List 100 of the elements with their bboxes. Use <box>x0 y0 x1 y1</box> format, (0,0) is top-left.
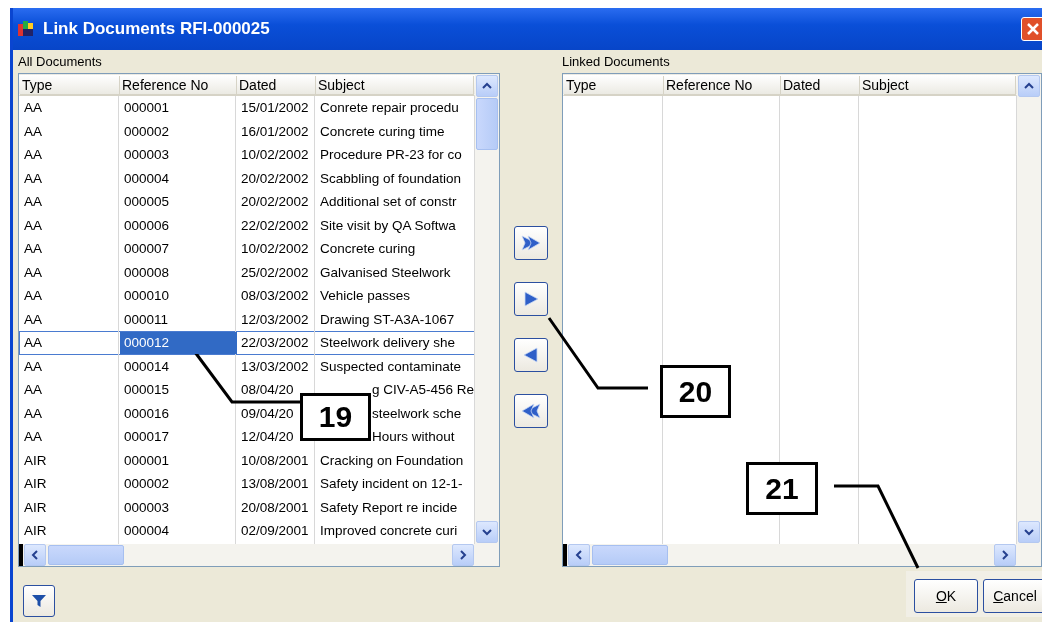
table-cell-text: 000011 <box>123 310 170 329</box>
scroll-thumb[interactable] <box>48 545 124 565</box>
table-cell-text: 000016 <box>123 404 171 423</box>
table-cell-text: 13/03/2002 <box>240 357 310 376</box>
scroll-thumb[interactable] <box>592 545 668 565</box>
table-cell-text: 12/03/2002 <box>240 310 310 329</box>
chevron-down-icon <box>481 526 493 538</box>
add-all-button[interactable] <box>514 226 548 260</box>
table-cell-text: Concrete curing <box>319 240 417 258</box>
table-cell-text: AA <box>23 122 43 141</box>
ok-button[interactable]: OK <box>914 579 978 613</box>
table-cell-text: 000014 <box>123 357 171 376</box>
scroll-up-button[interactable] <box>1018 75 1040 97</box>
table-cell: steelwork sche <box>372 405 462 421</box>
scroll-right-button[interactable] <box>452 544 474 566</box>
table-cell-text: 000002 <box>123 122 171 141</box>
double-right-arrow-icon <box>520 233 542 253</box>
table-cell-text: 15/01/2002 <box>240 99 310 117</box>
double-left-arrow-icon <box>520 401 542 421</box>
table-cell-text: AA <box>23 263 43 282</box>
table-cell-text: Vehicle passes <box>319 287 412 305</box>
chevron-down-icon <box>1023 526 1035 538</box>
table-cell-text: AIR <box>23 522 48 540</box>
scroll-up-button[interactable] <box>476 75 498 97</box>
table-cell-text: 13/08/2001 <box>240 475 310 493</box>
cancel-button[interactable]: Cancel <box>983 579 1042 613</box>
table-cell-text: Conrete repair procedu <box>319 99 460 117</box>
table-cell-text: Cracking on Foundation <box>319 451 465 470</box>
scroll-thumb[interactable] <box>476 98 498 150</box>
table-cell-text: 000004 <box>123 522 171 540</box>
column-header[interactable]: Dated <box>237 75 316 94</box>
close-button[interactable] <box>1021 17 1042 41</box>
all-documents-label: All Documents <box>18 54 103 70</box>
table-cell: 000012 <box>120 332 237 354</box>
table-cell-text: 10/02/2002 <box>240 146 310 164</box>
column-header[interactable]: Subject <box>860 75 1016 94</box>
filter-icon <box>30 592 48 610</box>
table-cell-text: Concrete curing time <box>319 122 446 141</box>
table-cell-text: AA <box>23 216 43 235</box>
scroll-down-button[interactable] <box>476 521 498 543</box>
callout-number: 20 <box>660 365 731 418</box>
filter-button[interactable] <box>23 585 55 617</box>
chevron-left-icon <box>573 549 585 561</box>
table-cell-text: 16/01/2002 <box>240 122 310 141</box>
linked-documents-label: Linked Documents <box>562 54 671 70</box>
scroll-right-button[interactable] <box>994 544 1016 566</box>
table-cell-text: 20/02/2002 <box>240 193 310 211</box>
scroll-down-button[interactable] <box>1018 521 1040 543</box>
table-cell-text: 08/03/2002 <box>240 287 310 305</box>
column-header[interactable]: Subject <box>316 75 474 94</box>
table-cell-text: AA <box>23 310 43 329</box>
table-cell-text: 22/03/2002 <box>240 334 310 352</box>
table-cell-text: AA <box>23 146 43 164</box>
column-header[interactable]: Type <box>564 75 664 94</box>
table-cell-text: AA <box>23 428 43 446</box>
remove-all-button[interactable] <box>514 394 548 428</box>
table-cell-text: AA <box>23 357 43 376</box>
table-cell-text: AIR <box>23 451 48 470</box>
table-cell: g CIV-A5-456 Re <box>372 382 474 397</box>
table-cell-text: 000001 <box>123 451 171 470</box>
table-cell-text: 000003 <box>123 498 171 517</box>
scroll-left-button[interactable] <box>568 544 590 566</box>
table-cell-text: 09/04/20 <box>240 404 295 423</box>
table-cell-text: 08/04/20 <box>240 381 295 399</box>
table-cell-text: Galvanised Steelwork <box>319 263 452 282</box>
table-cell-text: AA <box>23 287 43 305</box>
chevron-left-icon <box>29 549 41 561</box>
table-cell-text: AA <box>23 99 43 117</box>
table-cell-text: Drawing ST-A3A-1067 <box>319 310 456 329</box>
table-cell-text: Procedure PR-23 for co <box>319 146 463 164</box>
table-cell-text: AIR <box>23 498 48 517</box>
table-cell-text: Suspected contaminate <box>319 357 463 376</box>
table-cell-text: AIR <box>23 475 48 493</box>
table-cell-text: Steelwork delivery she <box>319 334 457 352</box>
table-cell-text: Safety Report re incide <box>319 498 459 517</box>
chevron-right-icon <box>999 549 1011 561</box>
add-button[interactable] <box>514 282 548 316</box>
document-list[interactable] <box>18 73 500 567</box>
close-icon <box>1026 22 1040 36</box>
table-cell-text: 000001 <box>123 99 171 117</box>
column-header[interactable]: Dated <box>781 75 860 94</box>
window-title: Link Documents RFI-000025 <box>43 19 270 39</box>
table-cell-text: 000008 <box>123 263 171 282</box>
callout-number: 19 <box>300 393 371 441</box>
table-cell-text: Additional set of constr <box>319 193 458 211</box>
table-cell-text: 02/09/2001 <box>240 522 310 540</box>
chevron-right-icon <box>457 549 469 561</box>
table-cell-text: 000003 <box>123 146 171 164</box>
column-header[interactable]: Reference No <box>664 75 781 94</box>
column-header[interactable]: Type <box>20 75 120 94</box>
table-cell-text: AA <box>23 404 43 423</box>
scroll-left-button[interactable] <box>24 544 46 566</box>
table-cell-text: 000007 <box>123 240 171 258</box>
remove-button[interactable] <box>514 338 548 372</box>
table-cell-text: 000017 <box>123 428 171 446</box>
table-cell-text: 20/02/2002 <box>240 169 310 188</box>
table-cell-text: AA <box>23 240 43 258</box>
table-cell-text: 12/04/20 <box>240 428 295 446</box>
table-cell-text: 20/08/2001 <box>240 498 310 517</box>
column-header[interactable]: Reference No <box>120 75 237 94</box>
